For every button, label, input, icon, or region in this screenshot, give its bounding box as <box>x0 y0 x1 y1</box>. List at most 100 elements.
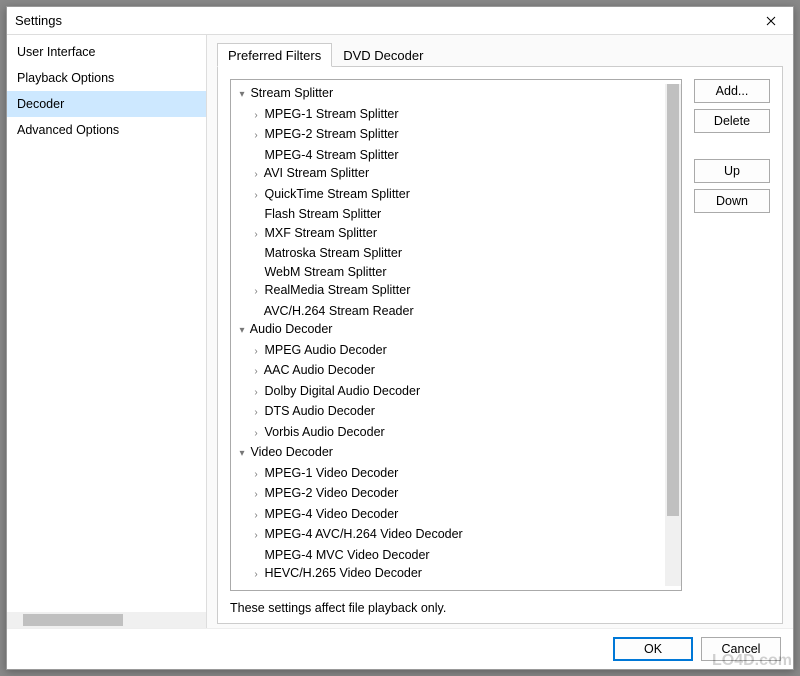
dialog-button-row: OK Cancel <box>7 628 793 669</box>
tree-vscrollbar-thumb[interactable] <box>667 84 679 516</box>
window-body: User InterfacePlayback OptionsDecoderAdv… <box>7 35 793 628</box>
tree-node[interactable]: ▾ Stream Splitter <box>235 84 665 105</box>
chevron-down-icon[interactable]: ▾ <box>237 445 247 464</box>
panel-row: ▾ Stream Splitter› MPEG-1 Stream Splitte… <box>230 79 770 591</box>
chevron-right-icon[interactable]: › <box>251 187 261 206</box>
chevron-down-icon[interactable]: ▾ <box>237 86 247 105</box>
chevron-right-icon[interactable]: › <box>251 166 261 185</box>
tree-node-label: Vorbis Audio Decoder <box>261 425 385 439</box>
tree-node[interactable]: › MPEG-2 Stream Splitter <box>235 125 665 146</box>
tree-node-label: MPEG-2 Video Decoder <box>261 486 398 500</box>
chevron-right-icon[interactable]: › <box>251 486 261 505</box>
tab-dvd-decoder[interactable]: DVD Decoder <box>332 43 434 66</box>
tree-node-label: QuickTime Stream Splitter <box>261 187 410 201</box>
button-column: Add... Delete Up Down <box>694 79 770 591</box>
chevron-right-icon[interactable]: › <box>251 527 261 546</box>
up-button[interactable]: Up <box>694 159 770 183</box>
close-button[interactable] <box>749 7 793 35</box>
tree-node-label: MPEG-2 Stream Splitter <box>261 127 399 141</box>
chevron-right-icon[interactable]: › <box>251 127 261 146</box>
window-title: Settings <box>15 13 62 28</box>
sidebar-item-user-interface[interactable]: User Interface <box>7 39 206 65</box>
tab-preferred-filters[interactable]: Preferred Filters <box>217 43 332 67</box>
tree-node[interactable]: ▾ Audio Decoder <box>235 320 665 341</box>
sidebar-item-advanced-options[interactable]: Advanced Options <box>7 117 206 143</box>
tree-node-label: Stream Splitter <box>247 86 333 100</box>
chevron-right-icon[interactable]: › <box>251 466 261 485</box>
filter-tree[interactable]: ▾ Stream Splitter› MPEG-1 Stream Splitte… <box>230 79 682 591</box>
add-button[interactable]: Add... <box>694 79 770 103</box>
tree-vscrollbar[interactable] <box>665 84 681 586</box>
sidebar-item-playback-options[interactable]: Playback Options <box>7 65 206 91</box>
tree-node-label: Video Decoder <box>247 445 333 459</box>
tree-node-label: MPEG-4 Stream Splitter <box>261 148 399 162</box>
tree-node-label: MXF Stream Splitter <box>261 226 377 240</box>
ok-button[interactable]: OK <box>613 637 693 661</box>
sidebar-hscrollbar-thumb[interactable] <box>23 614 123 626</box>
tree-node[interactable]: MPEG-4 MVC Video Decoder <box>235 546 665 565</box>
titlebar: Settings <box>7 7 793 35</box>
sidebar-list: User InterfacePlayback OptionsDecoderAdv… <box>7 35 206 612</box>
chevron-right-icon[interactable]: › <box>251 404 261 423</box>
settings-window: Settings User InterfacePlayback OptionsD… <box>6 6 794 670</box>
chevron-right-icon[interactable]: › <box>251 226 261 245</box>
tree-node[interactable]: AVC/H.264 Stream Reader <box>235 302 665 321</box>
sidebar: User InterfacePlayback OptionsDecoderAdv… <box>7 35 207 628</box>
tree-node[interactable]: › MPEG-4 AVC/H.264 Video Decoder <box>235 525 665 546</box>
chevron-right-icon[interactable]: › <box>251 566 261 585</box>
tree-node-label: AVI Stream Splitter <box>261 166 369 180</box>
chevron-right-icon[interactable]: › <box>251 507 261 526</box>
tree-node[interactable]: › DTS Audio Decoder <box>235 402 665 423</box>
tree-node-label: Matroska Stream Splitter <box>261 246 402 260</box>
tree-node-label: MPEG-4 Video Decoder <box>261 507 398 521</box>
tree-node[interactable]: › Dolby Digital Audio Decoder <box>235 382 665 403</box>
tree-node-label: MPEG-1 Stream Splitter <box>261 107 399 121</box>
tree-node[interactable]: Matroska Stream Splitter <box>235 244 665 263</box>
footer-note: These settings affect file playback only… <box>230 591 770 615</box>
tree-node-label: AVC/H.264 Stream Reader <box>261 304 414 318</box>
chevron-right-icon[interactable]: › <box>251 283 261 302</box>
filter-tree-inner: ▾ Stream Splitter› MPEG-1 Stream Splitte… <box>235 84 665 586</box>
tree-node[interactable]: WebM Stream Splitter <box>235 263 665 282</box>
tree-node-label: Flash Stream Splitter <box>261 207 381 221</box>
tree-node[interactable]: › Vorbis Audio Decoder <box>235 423 665 444</box>
main-panel: Preferred FiltersDVD Decoder ▾ Stream Sp… <box>207 35 793 628</box>
tree-node[interactable]: ▾ Video Decoder <box>235 443 665 464</box>
chevron-right-icon[interactable]: › <box>251 343 261 362</box>
button-gap <box>694 139 770 153</box>
tree-node-label: DTS Audio Decoder <box>261 404 375 418</box>
chevron-right-icon[interactable]: › <box>251 384 261 403</box>
tree-node-label: HEVC/H.265 Video Decoder <box>261 566 422 580</box>
tree-node[interactable]: › HEVC/H.265 Video Decoder <box>235 564 665 585</box>
sidebar-hscrollbar[interactable] <box>7 612 206 628</box>
tree-node[interactable]: › MPEG-1 Stream Splitter <box>235 105 665 126</box>
tab-strip: Preferred FiltersDVD Decoder <box>217 43 783 67</box>
tree-node-label: WebM Stream Splitter <box>261 265 387 279</box>
tab-panel-preferred-filters: ▾ Stream Splitter› MPEG-1 Stream Splitte… <box>217 67 783 624</box>
tree-node[interactable]: › RealMedia Stream Splitter <box>235 281 665 302</box>
delete-button[interactable]: Delete <box>694 109 770 133</box>
tree-node[interactable]: › MPEG Audio Decoder <box>235 341 665 362</box>
chevron-down-icon[interactable]: ▾ <box>237 322 247 341</box>
tree-node-label: MPEG-4 MVC Video Decoder <box>261 548 430 562</box>
chevron-right-icon[interactable]: › <box>251 107 261 126</box>
tree-node[interactable]: › MXF Stream Splitter <box>235 224 665 245</box>
tree-node-label: AAC Audio Decoder <box>261 363 375 377</box>
tree-node-label: RealMedia Stream Splitter <box>261 283 410 297</box>
tree-node[interactable]: › MPEG-1 Video Decoder <box>235 464 665 485</box>
tree-node[interactable]: Flash Stream Splitter <box>235 205 665 224</box>
cancel-button[interactable]: Cancel <box>701 637 781 661</box>
tree-node[interactable]: › VC-1 Video Decoder <box>235 585 665 587</box>
tree-node-label: Dolby Digital Audio Decoder <box>261 384 420 398</box>
tree-node[interactable]: › QuickTime Stream Splitter <box>235 185 665 206</box>
down-button[interactable]: Down <box>694 189 770 213</box>
tree-node-label: MPEG Audio Decoder <box>261 343 387 357</box>
chevron-right-icon[interactable]: › <box>251 363 261 382</box>
sidebar-item-decoder[interactable]: Decoder <box>7 91 206 117</box>
tree-node[interactable]: › AVI Stream Splitter <box>235 164 665 185</box>
chevron-right-icon[interactable]: › <box>251 425 261 444</box>
tree-node[interactable]: MPEG-4 Stream Splitter <box>235 146 665 165</box>
tree-node[interactable]: › AAC Audio Decoder <box>235 361 665 382</box>
tree-node[interactable]: › MPEG-2 Video Decoder <box>235 484 665 505</box>
tree-node[interactable]: › MPEG-4 Video Decoder <box>235 505 665 526</box>
